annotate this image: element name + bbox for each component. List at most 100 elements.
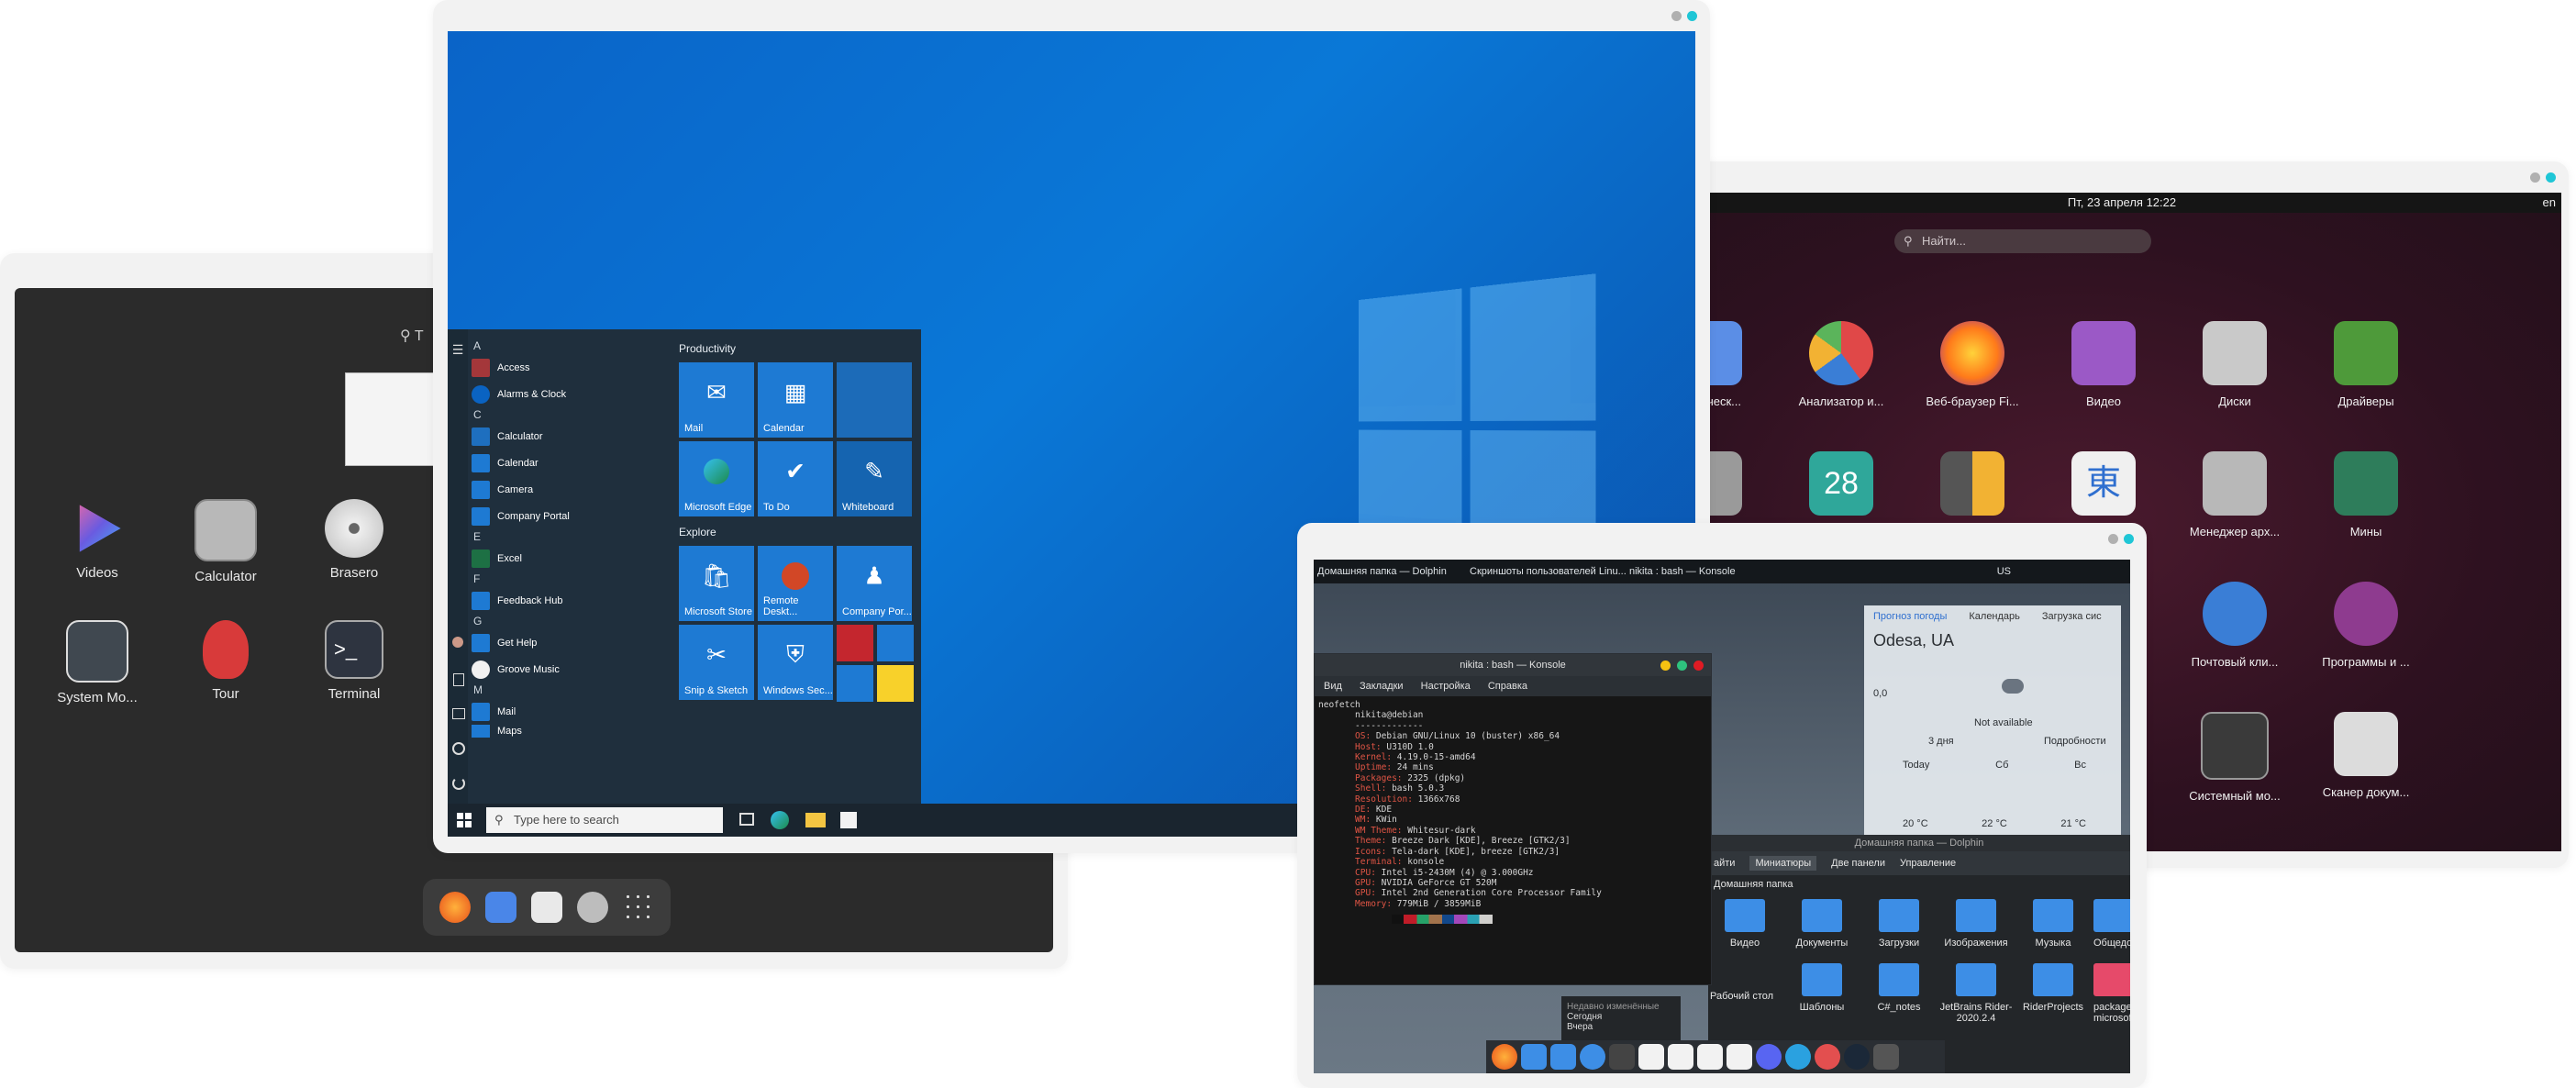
app-calendar[interactable]: 28 (1777, 451, 1905, 525)
toolbar-search[interactable]: айти (1714, 858, 1735, 869)
tile-sticky[interactable] (877, 625, 914, 661)
task-browser[interactable]: Скриншоты пользователей Linu... (1470, 560, 1627, 583)
app-scanner[interactable]: Сканер докум... (2302, 712, 2430, 799)
writer-icon[interactable] (1668, 1044, 1693, 1070)
settings-icon[interactable] (577, 892, 608, 923)
desktop-folder-label[interactable]: Рабочий стол (1710, 991, 1773, 1002)
toolbar-thumbnails[interactable]: Миниатюры (1749, 856, 1817, 871)
app-terminal[interactable]: >_ Terminal (299, 620, 409, 702)
tab-3-days[interactable]: 3 дня (1928, 736, 1954, 747)
app-groove[interactable]: Groove Music (472, 656, 646, 683)
calc-icon[interactable] (1727, 1044, 1752, 1070)
letter-header[interactable]: M (473, 683, 646, 698)
clock[interactable]: Пт, 23 апреля 12:22 (2068, 195, 2176, 209)
folder-item[interactable]: Видео (1708, 899, 1782, 949)
app-system-monitor[interactable]: System Mo... (42, 620, 152, 705)
folder-item[interactable]: package microsoft.deb (2093, 963, 2130, 1024)
folder-item[interactable]: Документы (1785, 899, 1859, 949)
software-icon[interactable] (531, 892, 562, 923)
files-icon[interactable] (485, 892, 516, 923)
tile-edge[interactable]: Microsoft Edge (679, 441, 754, 516)
app-video[interactable]: Видео (2039, 321, 2168, 408)
app-maps[interactable]: Maps (472, 725, 646, 738)
app-mines[interactable]: Мины (2302, 451, 2430, 538)
tile-company-portal[interactable]: ♟ Company Por... (837, 546, 912, 621)
search-icon[interactable]: ⚲ T (400, 327, 424, 345)
tab-load[interactable]: Загрузка сис (2042, 611, 2102, 622)
task-konsole[interactable]: nikita : bash — Konsole (1629, 560, 1736, 583)
maximize-button[interactable] (1677, 661, 1687, 671)
app-characters[interactable]: 東 (2039, 451, 2168, 525)
tile-group-title[interactable]: Productivity (679, 342, 736, 355)
app-brasero[interactable]: Brasero (299, 499, 409, 581)
discord-icon[interactable] (1756, 1044, 1782, 1070)
tile-store[interactable]: 🛍 Microsoft Store (679, 546, 754, 621)
impress-icon[interactable] (1697, 1044, 1723, 1070)
app-tour[interactable]: Tour (171, 620, 281, 702)
file-explorer-icon[interactable] (805, 813, 826, 827)
tile-news[interactable] (837, 625, 873, 661)
tile-office-apps[interactable] (837, 362, 912, 438)
tab-calendar[interactable]: Календарь (1969, 611, 2020, 622)
tile-todo[interactable]: ✔ To Do (758, 441, 833, 516)
tile-group-title[interactable]: Explore (679, 526, 716, 538)
folder-item[interactable]: Загрузки (1862, 899, 1936, 949)
task-view-icon[interactable] (739, 813, 754, 826)
tile-security[interactable]: ⛨ Windows Sec... (758, 625, 833, 700)
app-analyzer[interactable]: Анализатор и... (1777, 321, 1905, 408)
download-icon[interactable] (1815, 1044, 1840, 1070)
edge-icon[interactable] (771, 811, 789, 829)
breadcrumb[interactable]: Домашняя папка (1708, 875, 2130, 894)
firefox-icon[interactable] (1492, 1044, 1517, 1070)
folder-icon[interactable] (1550, 1044, 1576, 1070)
telegram-icon[interactable] (1785, 1044, 1811, 1070)
app-drivers[interactable]: Драйверы (2302, 321, 2430, 408)
app-videos[interactable]: Videos (42, 499, 152, 581)
letter-header[interactable]: F (473, 572, 646, 587)
folder-item[interactable]: JetBrains Rider-2020.2.4 (1939, 963, 2013, 1024)
app-get-help[interactable]: Get Help (472, 629, 646, 656)
folder-item[interactable]: Изображения (1939, 899, 2013, 949)
close-button[interactable] (1693, 661, 1704, 671)
letter-header[interactable]: G (473, 614, 646, 629)
toolbar-manage[interactable]: Управление (1900, 858, 1956, 869)
app-mail[interactable]: Почтовый кли... (2171, 582, 2299, 669)
recent-today[interactable]: Сегодня (1567, 1012, 1675, 1022)
keyboard-layout[interactable]: en (2543, 193, 2556, 213)
tile-mail[interactable]: ✉ Mail (679, 362, 754, 438)
windows-start-icon[interactable] (457, 813, 472, 827)
terminal-icon[interactable] (1609, 1044, 1635, 1070)
firefox-icon[interactable] (439, 892, 471, 923)
folder-item[interactable]: Шаблоны (1785, 963, 1859, 1013)
terminal-output[interactable]: neofetch nikita@debian ------------- OS:… (1318, 700, 1602, 909)
tile-remote[interactable]: Remote Deskt... (758, 546, 833, 621)
folder-item[interactable]: C#_notes (1862, 963, 1936, 1013)
app-sysmon[interactable]: Системный мо... (2171, 712, 2299, 803)
hamburger-icon[interactable]: ☰ (448, 342, 468, 358)
minimize-button[interactable] (1660, 661, 1671, 671)
app-disks[interactable]: Диски (2171, 321, 2299, 408)
keyboard-layout[interactable]: US (1997, 560, 2011, 583)
app-access[interactable]: Access (472, 354, 646, 381)
store-icon[interactable] (840, 812, 857, 828)
letter-header[interactable]: C (473, 407, 646, 423)
steam-icon[interactable] (1844, 1044, 1870, 1070)
document-icon[interactable] (1638, 1044, 1664, 1070)
menu-settings[interactable]: Настройка (1421, 681, 1471, 692)
recent-yesterday[interactable]: Вчера (1567, 1022, 1675, 1032)
folder-item[interactable]: Общедост (2093, 899, 2130, 949)
app-feedback[interactable]: Feedback Hub (472, 587, 646, 614)
app-excel[interactable]: Excel (472, 545, 646, 572)
app-calculator[interactable]: Calculator (472, 423, 646, 450)
tile-snip[interactable]: ✂ Snip & Sketch (679, 625, 754, 700)
menu-help[interactable]: Справка (1488, 681, 1527, 692)
tile-whiteboard[interactable]: ✎ Whiteboard (837, 441, 912, 516)
settings-icon[interactable] (452, 742, 465, 755)
app-calculator[interactable] (1908, 451, 2037, 525)
search-input[interactable]: ⚲ Найти... (1894, 229, 2151, 253)
folder-item[interactable]: Музыка (2016, 899, 2090, 949)
app-calendar[interactable]: Calendar (472, 450, 646, 476)
taskbar-search-input[interactable]: ⚲ Type here to search (486, 807, 723, 833)
tile-weather[interactable] (837, 665, 873, 702)
letter-header[interactable]: E (473, 529, 646, 545)
